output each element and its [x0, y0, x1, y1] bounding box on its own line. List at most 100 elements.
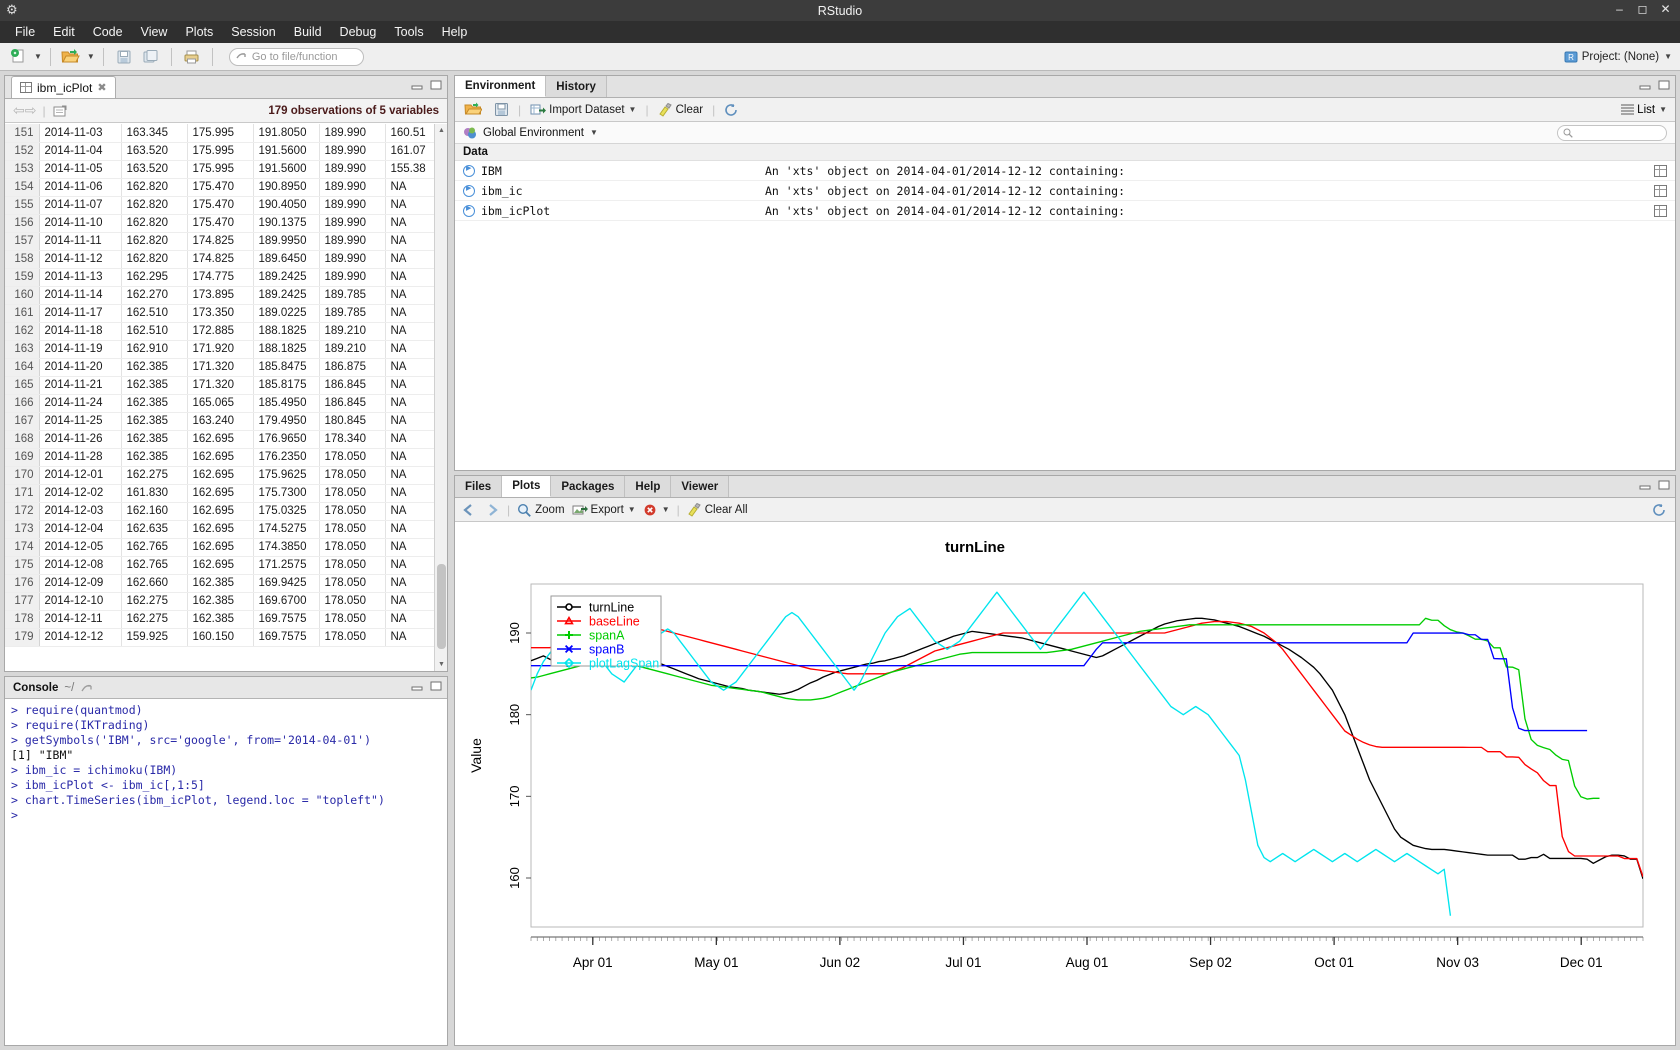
maximize-pane-icon[interactable] [1658, 80, 1670, 91]
menu-tools[interactable]: Tools [385, 23, 432, 41]
plot-canvas[interactable]: turnLine 160 170 180 190 Value Apr 01 May 01 Jun… [455, 522, 1675, 1045]
table-row[interactable]: 176 2014-12-09 162.660 162.385 169.9425 178.0… [5, 574, 435, 593]
scroll-down-arrow-icon[interactable]: ▼ [435, 658, 448, 671]
table-row[interactable]: 154 2014-11-06 162.820 175.470 190.8950 189.9… [5, 178, 435, 197]
table-row[interactable]: 153 2014-11-05 163.520 175.995 191.5600 189.9… [5, 160, 435, 179]
data-grid-scrollbar[interactable]: ▲ ▼ [434, 124, 447, 671]
table-row[interactable]: 155 2014-11-07 162.820 175.470 190.4050 189.9… [5, 196, 435, 215]
open-folder-caret-icon[interactable]: ▼ [87, 52, 95, 61]
table-row[interactable]: 170 2014-12-01 162.275 162.695 175.9625 178.0… [5, 466, 435, 485]
console-popout-icon[interactable] [80, 682, 94, 694]
table-row[interactable]: 161 2014-11-17 162.510 173.350 189.0225 189.7… [5, 304, 435, 323]
menu-session[interactable]: Session [222, 23, 284, 41]
scrollbar-thumb[interactable] [437, 564, 446, 649]
table-row[interactable]: 151 2014-11-03 163.345 175.995 191.8050 189.9… [5, 124, 435, 143]
source-pane-controls[interactable] [411, 80, 442, 91]
save-workspace-icon[interactable] [491, 101, 512, 118]
new-file-icon[interactable] [6, 46, 30, 68]
load-workspace-icon[interactable] [461, 101, 485, 118]
maximize-pane-icon[interactable] [430, 80, 442, 91]
scroll-up-arrow-icon[interactable]: ▲ [435, 124, 448, 137]
open-in-window-icon[interactable] [52, 104, 68, 118]
tab-help[interactable]: Help [625, 476, 672, 497]
menu-plots[interactable]: Plots [176, 23, 222, 41]
clear-workspace-button[interactable]: Clear [655, 102, 706, 118]
clear-all-plots-button[interactable]: Clear All [687, 502, 748, 517]
back-arrow-icon[interactable]: ⇦ [13, 102, 25, 119]
chevron-down-icon[interactable]: ▼ [628, 505, 636, 514]
table-row[interactable]: 175 2014-12-08 162.765 162.695 171.2575 178.0… [5, 556, 435, 575]
menu-help[interactable]: Help [433, 23, 477, 41]
refresh-plot-icon[interactable] [1652, 503, 1667, 517]
plots-pane-controls[interactable] [1639, 480, 1670, 491]
tab-plots[interactable]: Plots [502, 476, 552, 497]
environment-search-input[interactable] [1557, 124, 1667, 141]
plot-forward-icon[interactable] [484, 503, 500, 517]
table-row[interactable]: 177 2014-12-10 162.275 162.385 169.6700 178.0… [5, 592, 435, 611]
minimize-pane-icon[interactable] [1639, 80, 1651, 91]
menu-code[interactable]: Code [84, 23, 132, 41]
table-row[interactable]: 158 2014-11-12 162.820 174.825 189.6450 189.9… [5, 250, 435, 269]
table-row[interactable]: 156 2014-11-10 162.820 175.470 190.1375 189.9… [5, 214, 435, 233]
chevron-down-icon[interactable]: ▼ [1659, 105, 1667, 114]
expand-icon[interactable] [463, 204, 475, 217]
environment-view-selector[interactable]: List ▼ [1621, 104, 1667, 116]
table-row[interactable]: 171 2014-12-02 161.830 162.695 175.7300 178.0… [5, 484, 435, 503]
table-row[interactable]: 164 2014-11-20 162.385 171.320 185.8475 186.8… [5, 358, 435, 377]
minimize-pane-icon[interactable] [1639, 480, 1651, 491]
table-row[interactable]: 162 2014-11-18 162.510 172.885 188.1825 189.2… [5, 322, 435, 341]
window-controls[interactable]: – ◻ ✕ [1613, 3, 1672, 16]
table-row[interactable]: 166 2014-11-24 162.385 165.065 185.4950 186.8… [5, 394, 435, 413]
new-file-caret-icon[interactable]: ▼ [34, 52, 42, 61]
close-icon[interactable]: ✕ [1659, 3, 1672, 16]
menu-debug[interactable]: Debug [331, 23, 386, 41]
expand-icon[interactable] [463, 184, 475, 197]
table-row[interactable]: 174 2014-12-05 162.765 162.695 174.3850 178.0… [5, 538, 435, 557]
chevron-down-icon[interactable]: ▼ [590, 128, 598, 137]
open-folder-icon[interactable] [59, 46, 83, 68]
minimize-pane-icon[interactable] [411, 80, 423, 91]
menu-edit[interactable]: Edit [44, 23, 84, 41]
chevron-down-icon[interactable]: ▼ [662, 505, 670, 514]
project-selector[interactable]: R Project: (None) ▼ [1564, 50, 1672, 64]
maximize-icon[interactable]: ◻ [1636, 3, 1649, 16]
goto-file-input[interactable]: Go to file/function [228, 47, 364, 66]
refresh-environment-icon[interactable] [721, 102, 742, 118]
expand-icon[interactable] [463, 164, 475, 177]
export-plot-button[interactable]: Export ▼ [572, 503, 636, 517]
project-caret-icon[interactable]: ▼ [1664, 52, 1672, 61]
table-row[interactable]: 152 2014-11-04 163.520 175.995 191.5600 189.9… [5, 142, 435, 161]
environment-item[interactable]: ibm_icPlot An 'xts' object on 2014-04-01/… [455, 201, 1675, 221]
table-row[interactable]: 157 2014-11-11 162.820 174.825 189.9950 189.9… [5, 232, 435, 251]
view-data-icon[interactable] [1654, 164, 1667, 177]
tab-files[interactable]: Files [455, 476, 503, 497]
print-icon[interactable] [180, 46, 204, 68]
maximize-pane-icon[interactable] [1658, 480, 1670, 491]
table-row[interactable]: 167 2014-11-25 162.385 163.240 179.4950 180.8… [5, 412, 435, 431]
save-all-icon[interactable] [139, 46, 163, 68]
save-icon[interactable] [112, 46, 136, 68]
table-row[interactable]: 163 2014-11-19 162.910 171.920 188.1825 189.2… [5, 340, 435, 359]
maximize-pane-icon[interactable] [430, 681, 442, 692]
chevron-down-icon[interactable]: ▼ [629, 105, 637, 114]
console-output[interactable]: > require(quantmod) > require(IKTrading) >… [5, 699, 447, 1045]
table-row[interactable]: 165 2014-11-21 162.385 171.320 185.8175 186.8… [5, 376, 435, 395]
console-pane-controls[interactable] [411, 681, 442, 692]
minimize-icon[interactable]: – [1613, 3, 1626, 16]
source-tab-ibm-icplot[interactable]: ibm_icPlot ✖ [11, 76, 116, 98]
remove-plot-button[interactable]: ▼ [643, 503, 670, 517]
table-row[interactable]: 160 2014-11-14 162.270 173.895 189.2425 189.7… [5, 286, 435, 305]
menu-build[interactable]: Build [285, 23, 331, 41]
data-grid[interactable]: 151 2014-11-03 163.345 175.995 191.8050 189.9… [5, 124, 447, 671]
environment-item[interactable]: ibm_ic An 'xts' object on 2014-04-01/2014… [455, 181, 1675, 201]
tab-environment[interactable]: Environment [455, 76, 547, 97]
tab-history[interactable]: History [546, 76, 607, 97]
table-row[interactable]: 172 2014-12-03 162.160 162.695 175.0325 178.0… [5, 502, 435, 521]
plot-back-icon[interactable] [461, 503, 477, 517]
table-row[interactable]: 179 2014-12-12 159.925 160.150 169.7575 178.0… [5, 628, 435, 647]
minimize-pane-icon[interactable] [411, 681, 423, 692]
table-row[interactable]: 173 2014-12-04 162.635 162.695 174.5275 178.0… [5, 520, 435, 539]
close-tab-icon[interactable]: ✖ [97, 81, 106, 94]
forward-arrow-icon[interactable]: ⇨ [25, 102, 37, 119]
environment-item[interactable]: IBM An 'xts' object on 2014-04-01/2014-12… [455, 161, 1675, 181]
